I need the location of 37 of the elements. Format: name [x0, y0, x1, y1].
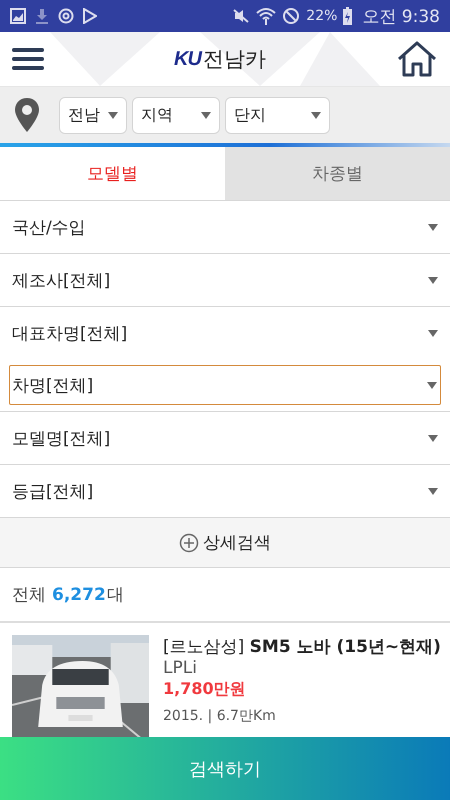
- detail-search-button[interactable]: 상세검색: [0, 517, 450, 568]
- logo-text: 전남카: [202, 46, 266, 73]
- location-pin-icon: [14, 97, 40, 133]
- gallery-icon: [10, 8, 26, 24]
- region-dropdown[interactable]: 단지: [225, 96, 330, 134]
- total-count: 6,272: [52, 584, 106, 604]
- blocked-icon: [282, 7, 300, 25]
- caret-icon: [428, 330, 438, 336]
- caret-icon: [428, 276, 438, 284]
- caret-icon: [108, 112, 118, 118]
- play-icon: [83, 8, 97, 24]
- clock: 오전 9:38: [362, 6, 440, 28]
- download-icon: [35, 8, 49, 24]
- filter-dropdown[interactable]: 차명[전체]: [9, 365, 441, 405]
- menu-icon[interactable]: [12, 47, 44, 71]
- total-label: 전체: [12, 584, 46, 606]
- plus-circle-icon: [179, 532, 199, 552]
- tab[interactable]: 차종별: [225, 147, 450, 200]
- region-dropdown[interactable]: 지역: [132, 96, 220, 134]
- listing-specs: 2015. | 6.7만Km: [163, 707, 277, 726]
- listing-subtitle: LPLi: [163, 658, 198, 678]
- caret-icon: [427, 382, 437, 388]
- battery-percent: 22%: [306, 8, 338, 24]
- caret-icon: [428, 488, 438, 494]
- caret-icon: [428, 224, 438, 230]
- wifi-icon: [256, 7, 276, 25]
- listing-price: 1,780만원: [163, 679, 247, 700]
- caret-icon: [428, 434, 438, 442]
- total-unit: 대: [106, 584, 124, 606]
- caret-icon: [311, 112, 321, 118]
- logo-mark: KU: [174, 48, 201, 70]
- battery-icon: [343, 7, 352, 25]
- caret-icon: [201, 112, 211, 118]
- home-icon[interactable]: [396, 40, 438, 78]
- region-dropdown[interactable]: 전남: [59, 96, 127, 134]
- mute-icon: [232, 8, 250, 24]
- listing-title[interactable]: [르노삼성] SM5 노바 (15년~현재): [163, 635, 441, 658]
